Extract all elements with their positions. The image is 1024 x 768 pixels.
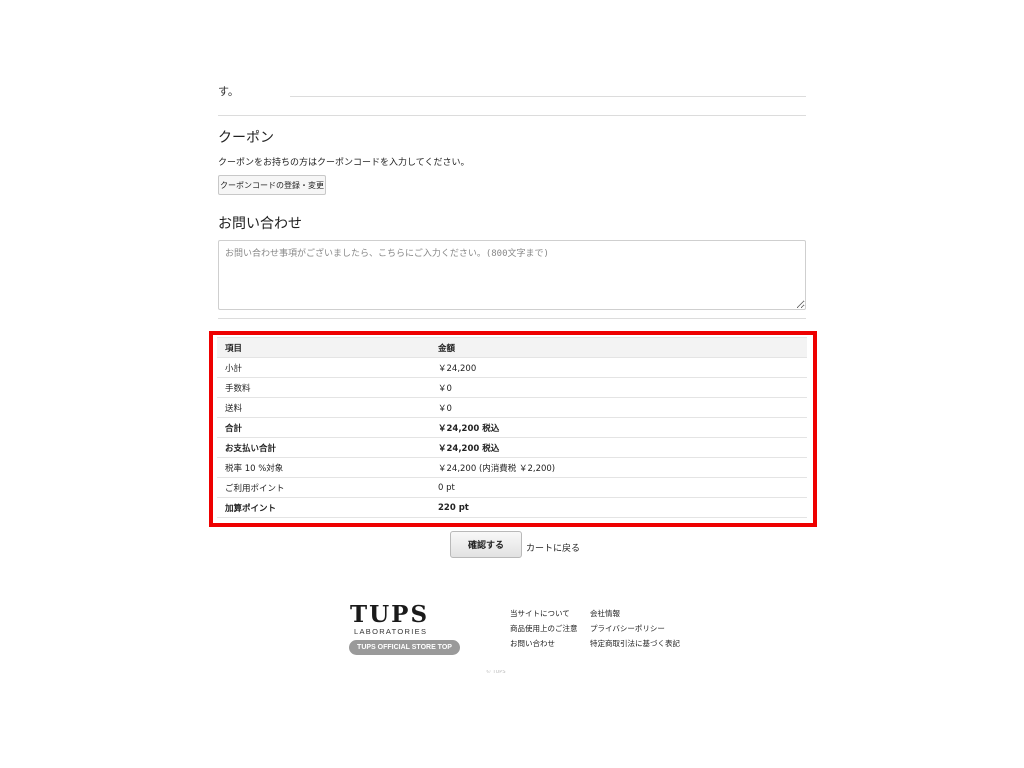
footer-link-legal[interactable]: 特定商取引法に基づく表記 bbox=[590, 638, 680, 649]
footer-link-privacy[interactable]: プライバシーポリシー bbox=[590, 623, 665, 634]
brand-logo-subtitle: LABORATORIES bbox=[354, 627, 428, 636]
highlight-annotation-box bbox=[209, 331, 817, 527]
brand-logo[interactable]: TUPS bbox=[350, 603, 429, 627]
coupon-title: クーポン bbox=[218, 130, 274, 146]
coupon-description: クーポンをお持ちの方はクーポンコードを入力してください。 bbox=[218, 158, 470, 168]
section-divider-top bbox=[218, 115, 806, 116]
section-divider-bottom bbox=[218, 318, 806, 319]
coupon-code-button[interactable]: クーポンコードの登録・変更 bbox=[218, 175, 326, 195]
footer-link-company[interactable]: 会社情報 bbox=[590, 608, 620, 619]
inquiry-textarea[interactable] bbox=[218, 240, 806, 310]
copyright-text: © TUPS bbox=[486, 670, 506, 675]
confirm-button[interactable]: 確認する bbox=[450, 531, 522, 558]
store-top-button[interactable]: TUPS OFFICIAL STORE TOP bbox=[349, 640, 460, 655]
previous-section-text: す。 bbox=[218, 86, 239, 98]
footer-link-usage-notes[interactable]: 商品使用上のご注意 bbox=[510, 623, 578, 634]
previous-section-divider bbox=[290, 96, 806, 97]
inquiry-title: お問い合わせ bbox=[218, 216, 302, 232]
footer-link-contact[interactable]: お問い合わせ bbox=[510, 638, 555, 649]
back-to-cart-link[interactable]: カートに戻る bbox=[526, 541, 580, 554]
footer-link-about[interactable]: 当サイトについて bbox=[510, 608, 570, 619]
